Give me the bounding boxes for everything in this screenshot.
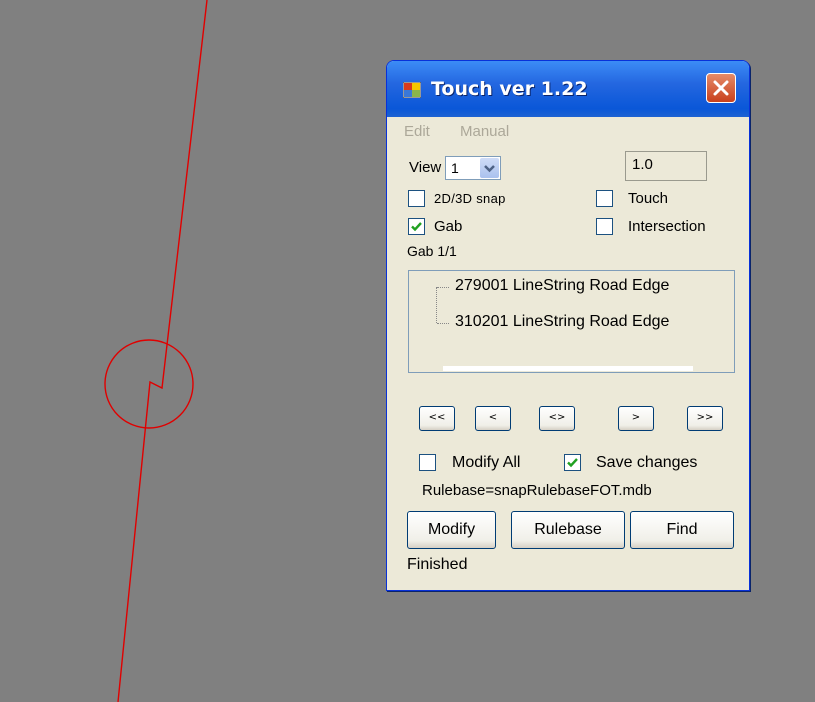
last-button[interactable]: >> <box>687 406 723 431</box>
gab-count: Gab 1/1 <box>407 243 457 259</box>
previous-button[interactable]: < <box>475 406 511 431</box>
touch-checkbox[interactable] <box>596 190 613 207</box>
tree-connector <box>436 287 437 323</box>
next-button[interactable]: > <box>618 406 654 431</box>
gab-label: Gab <box>434 218 463 235</box>
find-button[interactable]: Find <box>630 511 734 549</box>
close-button[interactable] <box>706 73 736 103</box>
rulebase-button[interactable]: Rulebase <box>511 511 625 549</box>
tree-connector <box>437 323 449 324</box>
snap-2d3d-label: 2D/3D snap <box>434 191 506 206</box>
modify-all-label: Modify All <box>452 454 521 471</box>
snap-2d3d-checkbox[interactable] <box>408 190 425 207</box>
menu-edit[interactable]: Edit <box>404 123 430 140</box>
menu-bar <box>387 117 749 143</box>
scale-field[interactable]: 1.0 <box>625 151 707 181</box>
dropdown-arrow[interactable] <box>480 158 499 178</box>
modify-all-checkbox[interactable] <box>419 454 436 471</box>
tree-item[interactable]: 310201 LineString Road Edge <box>455 313 669 331</box>
close-icon <box>713 80 729 96</box>
rulebase-path: Rulebase=snapRulebaseFOT.mdb <box>422 482 652 499</box>
view-select[interactable]: 1 <box>445 156 501 180</box>
touch-label: Touch <box>628 190 669 207</box>
first-button[interactable]: << <box>419 406 455 431</box>
checkmark-icon <box>411 222 422 232</box>
tree-item[interactable]: 279001 LineString Road Edge <box>455 277 669 295</box>
status-text: Finished <box>407 556 468 573</box>
checkmark-icon <box>567 458 578 468</box>
intersection-label: Intersection <box>628 218 706 235</box>
save-changes-checkbox[interactable] <box>564 454 581 471</box>
touch-dialog: Touch ver 1.22 Edit Manual View 1 1.0 2D… <box>386 60 750 591</box>
tree-scrollbar[interactable] <box>443 366 693 371</box>
app-icon <box>403 82 421 98</box>
gab-checkbox[interactable] <box>408 218 425 235</box>
window-title: Touch ver 1.22 <box>431 78 588 100</box>
view-select-value: 1 <box>451 160 459 176</box>
menu-manual[interactable]: Manual <box>460 123 509 140</box>
save-changes-label: Save changes <box>596 454 698 471</box>
view-label: View <box>409 159 442 176</box>
modify-button[interactable]: Modify <box>407 511 496 549</box>
title-bar[interactable]: Touch ver 1.22 <box>387 61 749 117</box>
feature-tree[interactable]: 279001 LineString Road Edge 310201 LineS… <box>408 270 735 373</box>
intersection-checkbox[interactable] <box>596 218 613 235</box>
toggle-button[interactable]: <> <box>539 406 575 431</box>
scale-value: 1.0 <box>632 156 653 173</box>
tree-connector <box>437 287 449 288</box>
chevron-down-icon <box>484 165 495 173</box>
